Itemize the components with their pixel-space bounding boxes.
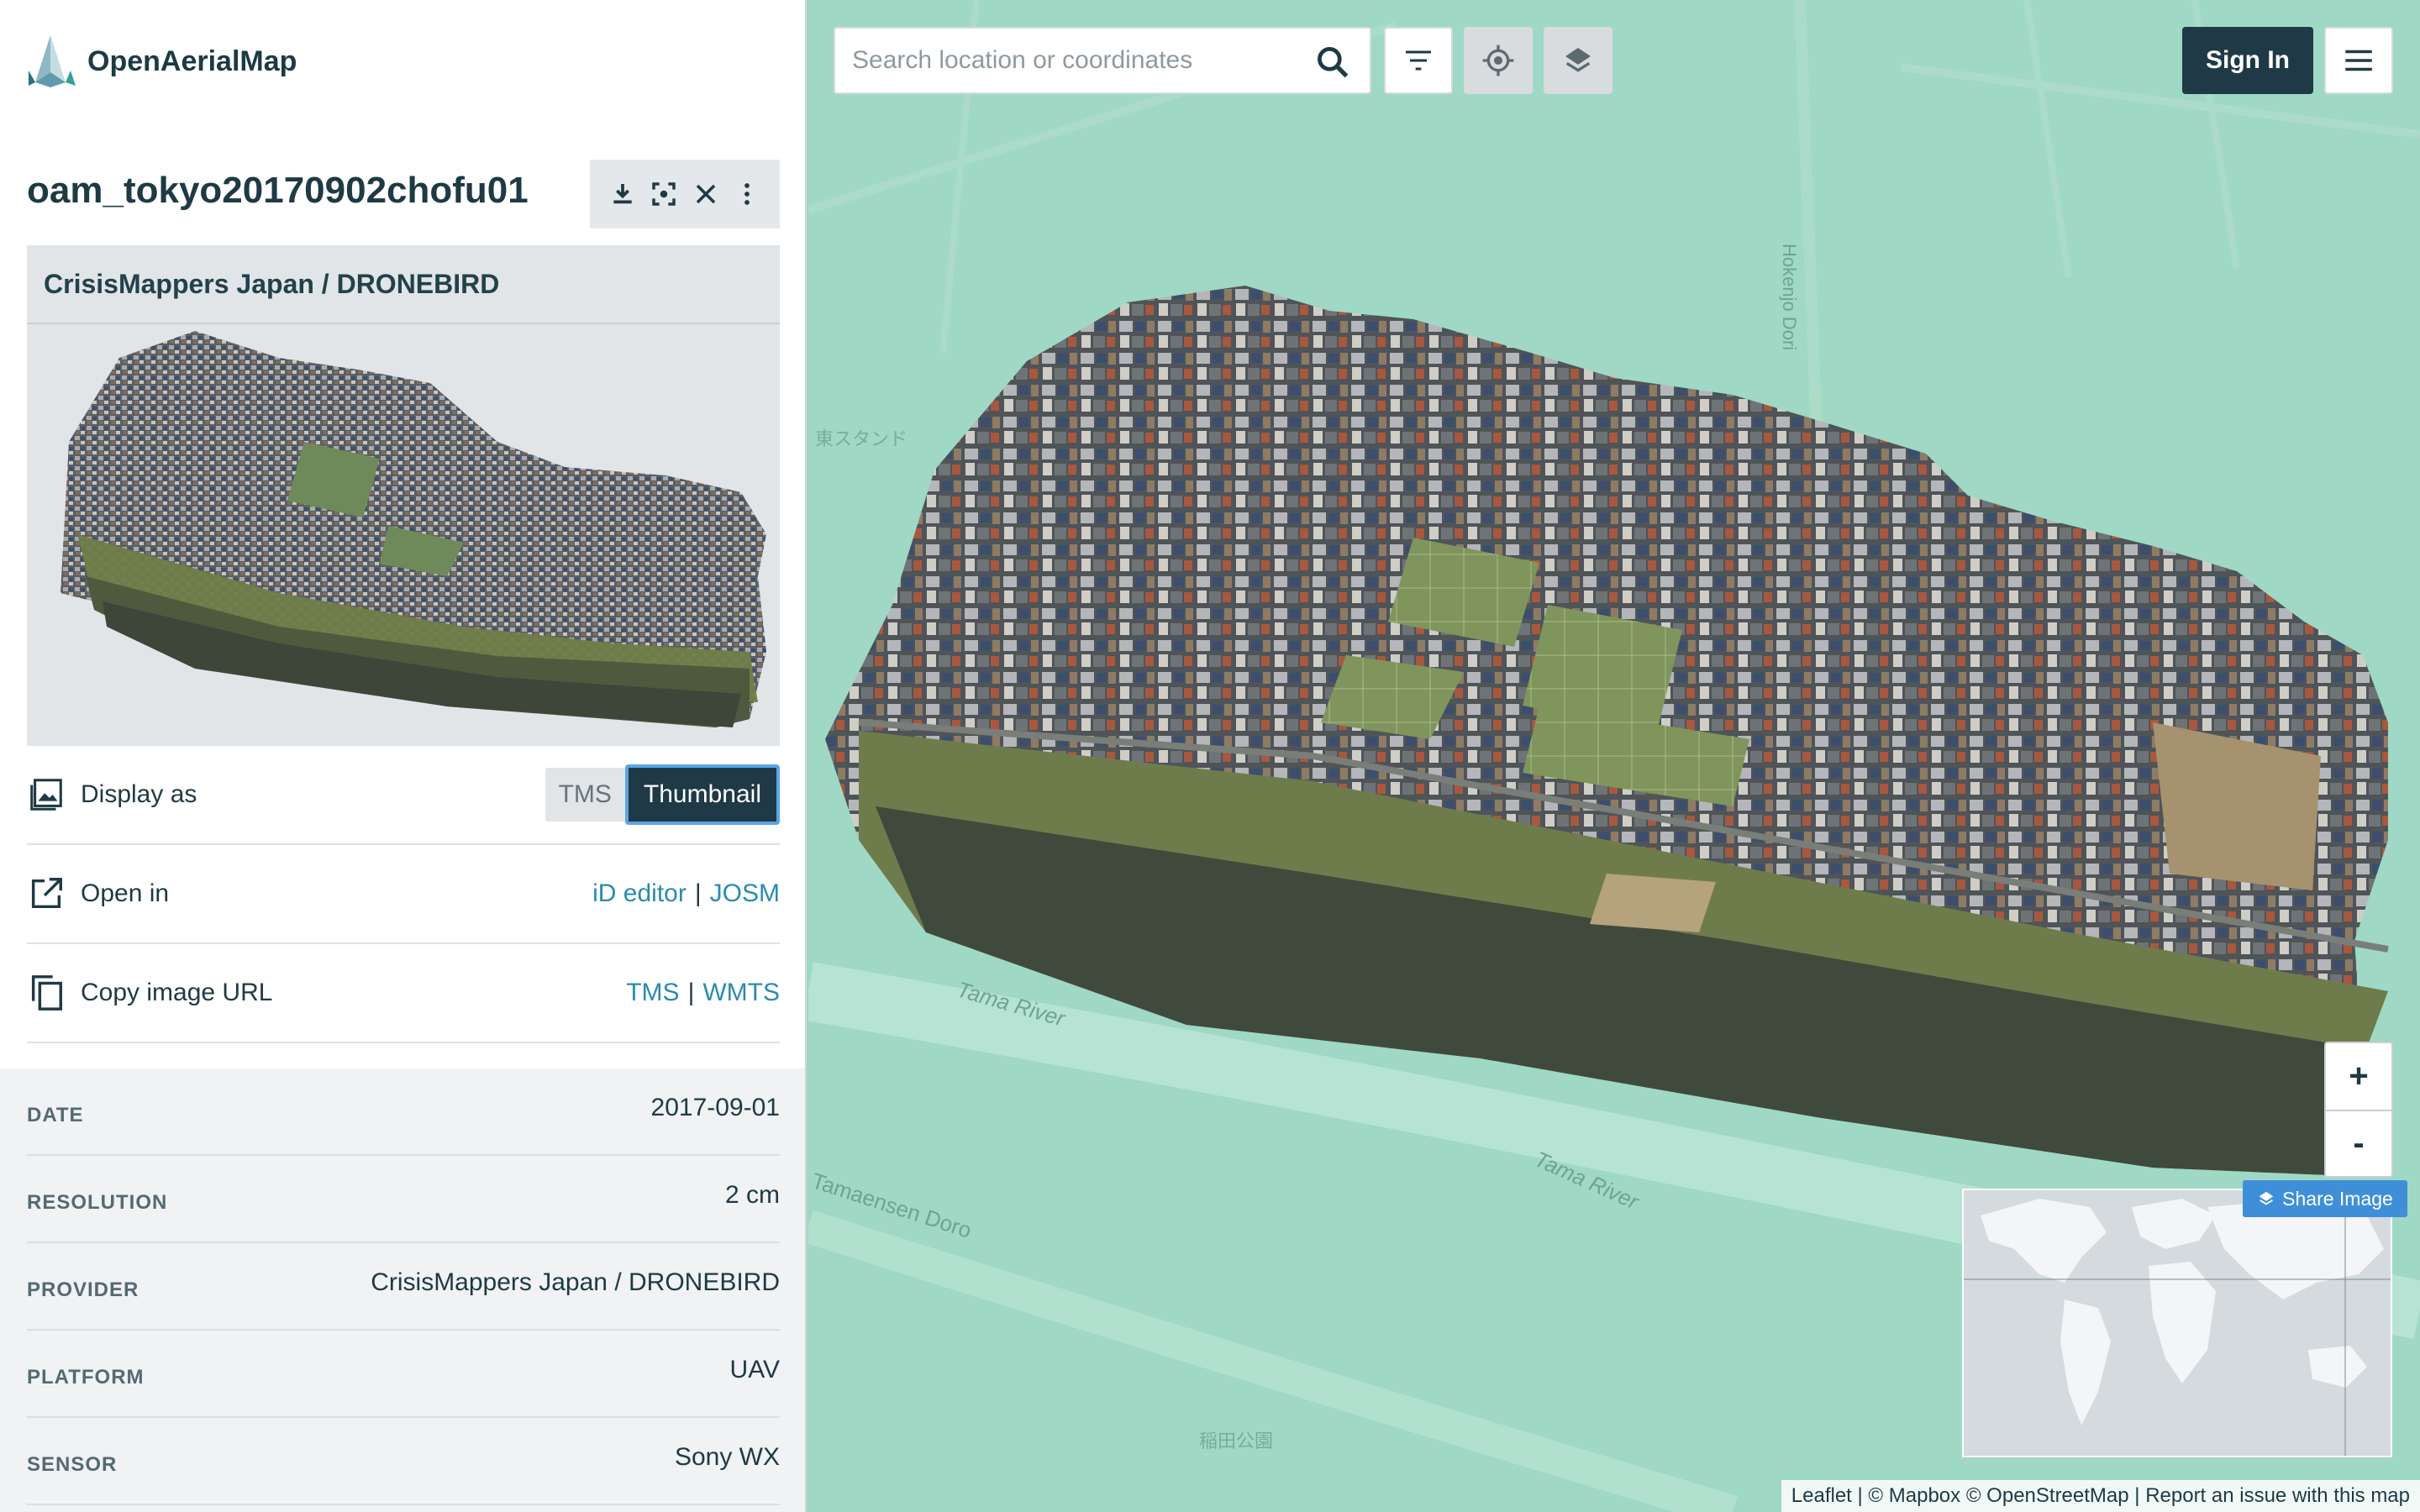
- attribution-separator: |: [2128, 1484, 2146, 1507]
- id-editor-link[interactable]: iD editor: [592, 879, 687, 908]
- search-icon[interactable]: [1314, 44, 1351, 81]
- world-map-image: [1964, 1190, 2391, 1456]
- map-place-label: 稲田公園: [1199, 1431, 1274, 1452]
- attribution-space: [1960, 1484, 1966, 1508]
- aerial-thumbnail-image[interactable]: [27, 324, 780, 744]
- copy-url-label: Copy image URL: [81, 979, 273, 1006]
- open-in-label: Open in: [81, 879, 170, 907]
- search-box: [834, 27, 1371, 94]
- open-in-row: Open in iD editor | JOSM: [27, 845, 780, 944]
- copy-icon: [31, 975, 62, 1011]
- openstreetmap-link[interactable]: © OpenStreetMap: [1966, 1484, 2129, 1508]
- display-thumbnail-option[interactable]: Thumbnail: [624, 764, 780, 825]
- copy-url-links: TMS | WMTS: [626, 979, 780, 1007]
- share-image-label: Share Image: [2282, 1187, 2393, 1210]
- locate-button[interactable]: [1464, 27, 1533, 94]
- display-tms-option[interactable]: TMS: [544, 768, 625, 822]
- share-image-button[interactable]: Share Image: [2243, 1180, 2407, 1217]
- layers-icon: [1565, 48, 1591, 72]
- image-title: oam_tokyo20170902chofu01: [27, 170, 529, 211]
- metadata-value: CrisisMappers Japan / DRONEBIRD: [371, 1268, 780, 1296]
- openaerialmap-logo-icon: [29, 35, 76, 87]
- filter-button[interactable]: [1384, 27, 1453, 94]
- metadata-row-provider: PROVIDER CrisisMappers Japan / DRONEBIRD: [27, 1243, 780, 1331]
- metadata-row-sensor: SENSOR Sony WX: [27, 1418, 780, 1505]
- download-button[interactable]: [606, 177, 639, 211]
- map-place-label: Hokenjo Dori: [1779, 244, 1800, 351]
- brand[interactable]: OpenAerialMap: [25, 32, 297, 91]
- image-preview-card: CrisisMappers Japan / DRONEBIRD: [27, 245, 780, 746]
- image-icon: [30, 779, 62, 811]
- external-link-icon: [31, 878, 62, 909]
- search-input[interactable]: [835, 31, 1289, 90]
- metadata-key: SENSOR: [27, 1453, 118, 1476]
- more-options-button[interactable]: [730, 177, 764, 211]
- zoom-out-button[interactable]: -: [2326, 1110, 2391, 1176]
- metadata-row-resolution: RESOLUTION 2 cm: [27, 1156, 780, 1243]
- sidebar: OpenAerialMap oam_tokyo20170902chofu01 C…: [0, 0, 807, 1512]
- minimap[interactable]: [1962, 1189, 2392, 1457]
- metadata-panel: DATE 2017-09-01 RESOLUTION 2 cm PROVIDER…: [0, 1068, 805, 1512]
- provider-heading: CrisisMappers Japan / DRONEBIRD: [27, 245, 780, 324]
- mapbox-link[interactable]: © Mapbox: [1868, 1484, 1960, 1508]
- image-title-row: oam_tokyo20170902chofu01: [27, 160, 780, 228]
- link-separator: |: [694, 879, 702, 907]
- close-button[interactable]: [689, 177, 723, 211]
- image-toolbar: [590, 160, 780, 228]
- metadata-key: PLATFORM: [27, 1366, 145, 1389]
- brand-name: OpenAerialMap: [87, 45, 297, 77]
- metadata-value: 2017-09-01: [650, 1094, 780, 1121]
- metadata-row-date: DATE 2017-09-01: [27, 1068, 780, 1156]
- map-place-label: 東スタンド: [815, 428, 908, 449]
- filter-icon: [1406, 50, 1431, 71]
- copy-tms-link[interactable]: TMS: [626, 979, 679, 1007]
- metadata-value: 2 cm: [724, 1181, 780, 1209]
- sign-in-button[interactable]: Sign In: [2182, 27, 2313, 94]
- metadata-key: RESOLUTION: [27, 1191, 168, 1214]
- map-attribution: Leaflet | © Mapbox © OpenStreetMap | Rep…: [1781, 1480, 2420, 1512]
- copy-wmts-link[interactable]: WMTS: [702, 979, 780, 1007]
- display-as-row: Display as TMS Thumbnail: [27, 746, 780, 845]
- layers-button[interactable]: [1544, 27, 1612, 94]
- copy-url-row: Copy image URL TMS | WMTS: [27, 944, 780, 1043]
- report-issue-link[interactable]: Report an issue with this map: [2145, 1484, 2410, 1508]
- link-separator: |: [687, 979, 695, 1006]
- leaflet-link[interactable]: Leaflet: [1791, 1484, 1852, 1508]
- display-as-label: Display as: [81, 780, 197, 808]
- josm-link[interactable]: JOSM: [710, 879, 780, 908]
- open-in-links: iD editor | JOSM: [592, 879, 780, 908]
- attribution-separator: |: [1851, 1484, 1869, 1507]
- metadata-key: PROVIDER: [27, 1278, 139, 1301]
- focus-button[interactable]: [647, 177, 681, 211]
- focus-icon: [652, 182, 676, 206]
- crosshair-icon: [1482, 45, 1514, 76]
- zoom-in-button[interactable]: +: [2326, 1043, 2391, 1110]
- close-icon: [696, 184, 715, 204]
- display-toggle: TMS Thumbnail: [544, 764, 780, 825]
- metadata-key: DATE: [27, 1104, 84, 1126]
- menu-button[interactable]: [2324, 27, 2393, 94]
- metadata-value: Sony WX: [674, 1443, 780, 1471]
- hamburger-menu-icon: [2345, 50, 2372, 71]
- more-vertical-icon: [744, 183, 750, 205]
- download-icon: [613, 184, 632, 204]
- metadata-row-platform: PLATFORM UAV: [27, 1331, 780, 1418]
- metadata-value: UAV: [729, 1356, 780, 1383]
- layers-icon: [2259, 1191, 2274, 1205]
- zoom-control: + -: [2324, 1042, 2393, 1178]
